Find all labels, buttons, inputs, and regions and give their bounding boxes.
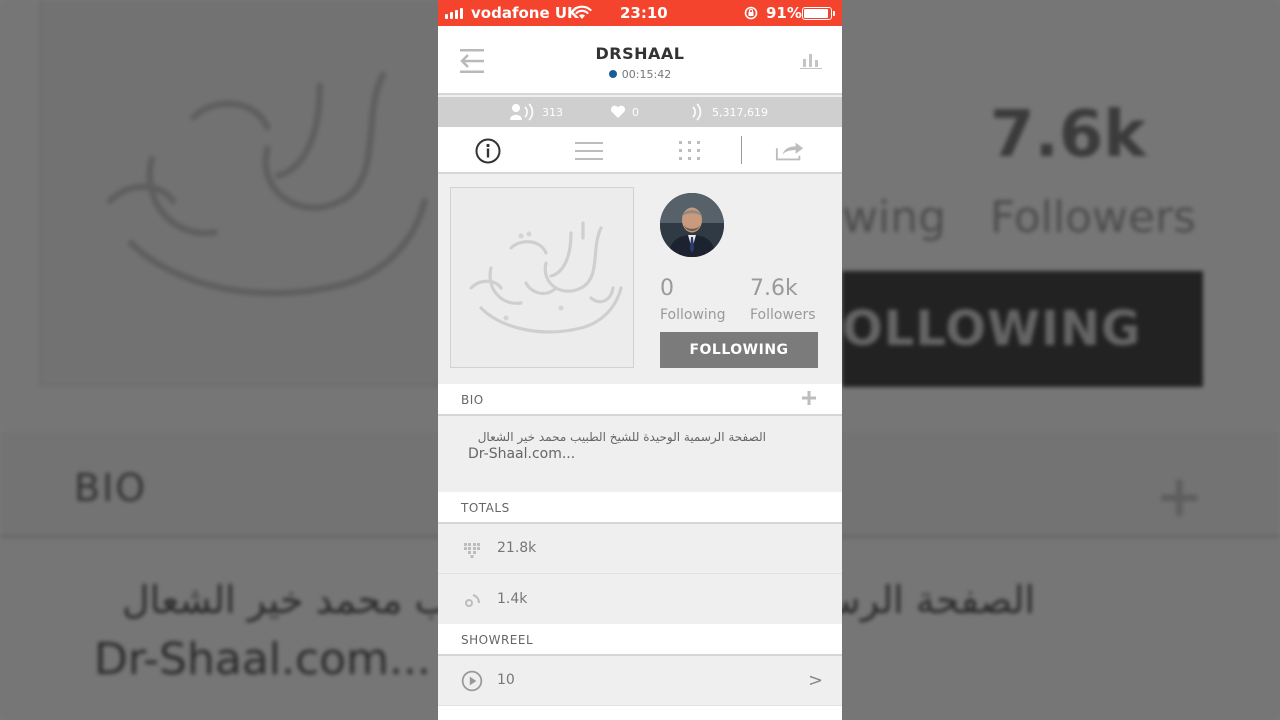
profile-tab-bar (438, 127, 842, 174)
heart-icon (610, 105, 626, 118)
bio-body: الصفحة الرسمية الوحيدة للشيخ الطبيب محمد… (438, 416, 842, 492)
next-section-header (438, 706, 842, 720)
broadcast-views-icon (692, 103, 702, 121)
following-button[interactable]: FOLLOWING (660, 332, 818, 368)
totals-heading: TOTALS (461, 501, 510, 515)
status-bar: vodafone UK 23:10 91% (438, 0, 842, 26)
showreel-header: SHOWREEL (438, 624, 842, 656)
followers-label[interactable]: Followers (750, 307, 816, 323)
viewers-icon (510, 103, 534, 121)
bio-url[interactable]: Dr-Shaal.com... (468, 446, 575, 462)
rotation-lock-icon (744, 6, 758, 20)
hearts-count-text: 0 (632, 105, 639, 119)
clock-time: 23:10 (620, 4, 668, 22)
grid-icon (679, 141, 700, 160)
live-duration: 00:15:42 (438, 68, 842, 81)
broadcast-icon (465, 594, 480, 607)
hearts-total: 21.8k (497, 540, 537, 556)
plus-icon[interactable] (802, 391, 816, 405)
chevron-right-icon[interactable]: > (808, 670, 823, 691)
phone-screen: vodafone UK 23:10 91% DRSHAAL 00:15:42 3… (438, 0, 842, 720)
live-duration-text: 00:15:42 (621, 68, 672, 81)
play-circle-icon (461, 670, 483, 692)
bio-header: BIO (438, 384, 842, 416)
broadcast-views-count: 5,317,619 (688, 97, 768, 127)
profile-summary: 0 Following 7.6k Followers FOLLOWING (438, 176, 842, 384)
profile-photo (660, 193, 724, 257)
navigation-bar: DRSHAAL 00:15:42 (438, 26, 842, 95)
viewers-count: 313 (510, 97, 563, 127)
calligraphy-logo (469, 221, 623, 334)
live-counts-bar: 313 0 5,317,619 (438, 97, 842, 127)
list-icon (575, 142, 603, 160)
showreel-row[interactable]: 10 > (438, 656, 842, 706)
bio-heading: BIO (461, 393, 484, 407)
carrier-name: vodafone UK (471, 4, 579, 22)
battery-percent: 91% (766, 4, 802, 22)
tab-list[interactable] (574, 136, 604, 166)
tab-info[interactable] (473, 136, 503, 166)
following-count[interactable]: 0 (660, 276, 674, 301)
battery-icon (802, 7, 835, 20)
share-icon (775, 142, 804, 161)
totals-header: TOTALS (438, 492, 842, 524)
live-dot (608, 70, 617, 78)
tab-share[interactable] (775, 136, 805, 166)
channel-logo-image (450, 187, 634, 368)
info-icon (475, 138, 501, 164)
following-label[interactable]: Following (660, 307, 726, 323)
totals-broadcasts-row: 1.4k (438, 575, 842, 625)
showreel-heading: SHOWREEL (461, 633, 534, 647)
signal-strength-icon (445, 8, 463, 19)
bio-text: الصفحة الرسمية الوحيدة للشيخ الطبيب محمد… (477, 430, 766, 444)
pixel-heart-icon (464, 543, 480, 558)
showreel-count: 10 (497, 672, 515, 688)
hearts-count: 0 (610, 97, 639, 127)
tab-separator (741, 136, 742, 164)
page-title: DRSHAAL (595, 44, 685, 63)
followers-count[interactable]: 7.6k (750, 276, 798, 301)
viewers-count-text: 313 (542, 105, 563, 119)
avatar[interactable] (660, 193, 724, 257)
totals-hearts-row: 21.8k (438, 524, 842, 574)
battery-fill (804, 9, 828, 18)
bar-chart-icon[interactable] (800, 51, 822, 69)
tab-grid[interactable] (675, 136, 705, 166)
broadcast-views-text: 5,317,619 (712, 105, 768, 119)
wifi-icon (572, 5, 592, 19)
broadcasts-total: 1.4k (497, 591, 528, 607)
